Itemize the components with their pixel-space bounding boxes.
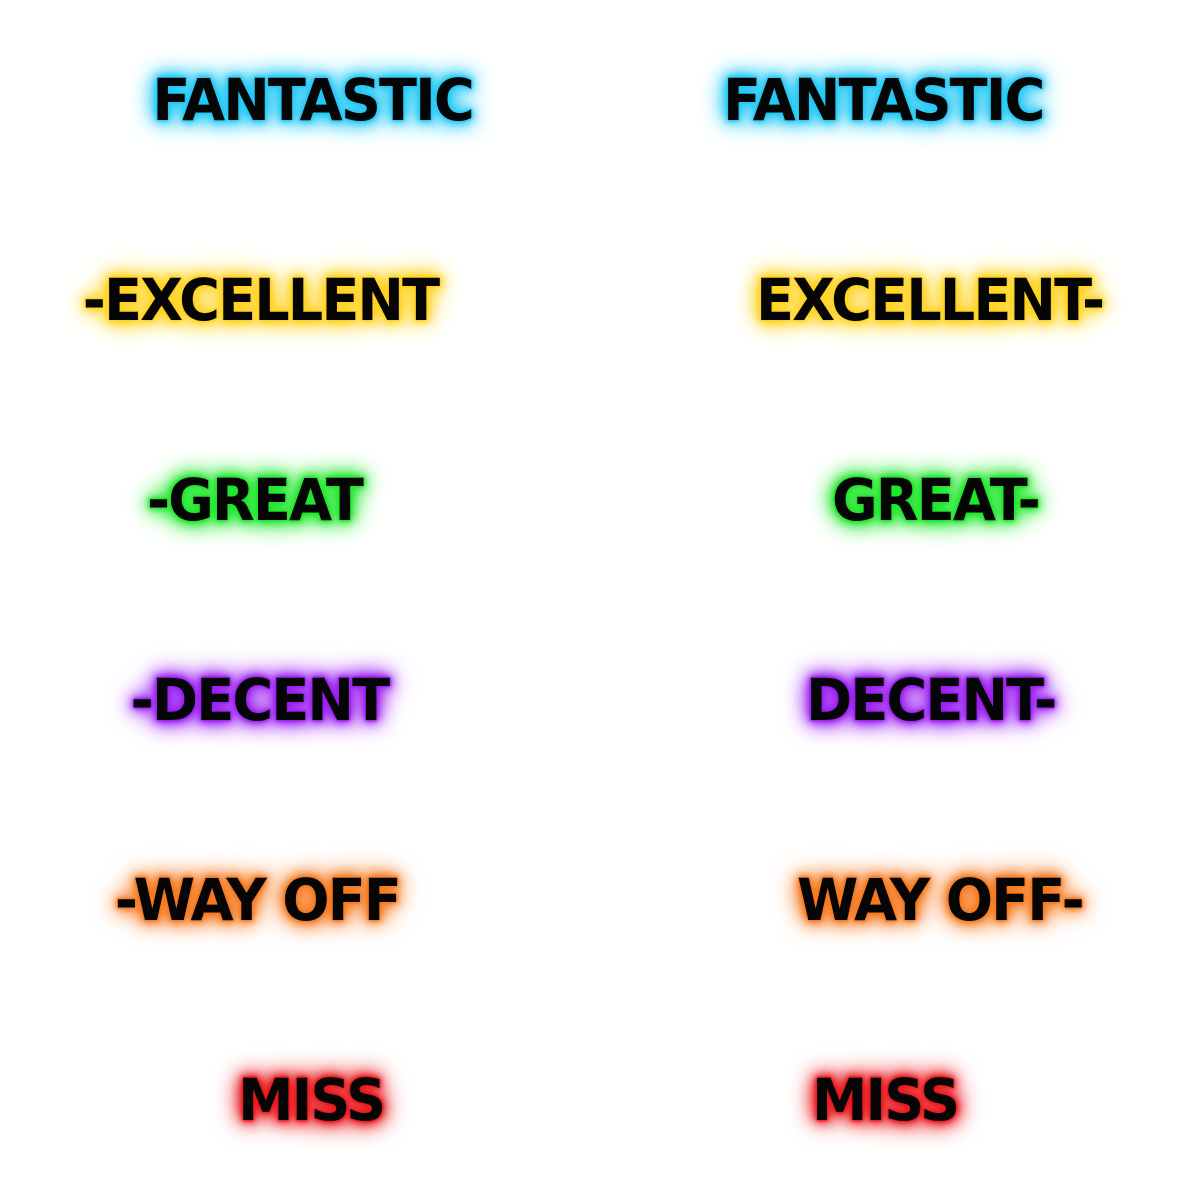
judgment-excellent-left: -EXCELLENT: [82, 266, 440, 334]
judgment-fantastic-right: FANTASTIC: [723, 66, 1045, 134]
judgment-miss-left: MISS: [237, 1066, 386, 1134]
judgment-decent-right: DECENT-: [806, 666, 1057, 734]
judgment-great-right: GREAT-: [832, 466, 1041, 534]
judgment-fantastic-left: FANTASTIC: [152, 66, 475, 134]
judgment-wayoff-right: WAY OFF-: [797, 866, 1085, 934]
judgment-excellent-right: EXCELLENT-: [756, 266, 1105, 334]
judgment-miss-right: MISS: [812, 1066, 960, 1134]
judgment-decent-left: -DECENT: [130, 666, 390, 734]
judgment-great-left: -GREAT: [147, 466, 364, 534]
judgment-wayoff-left: -WAY OFF: [114, 866, 402, 934]
